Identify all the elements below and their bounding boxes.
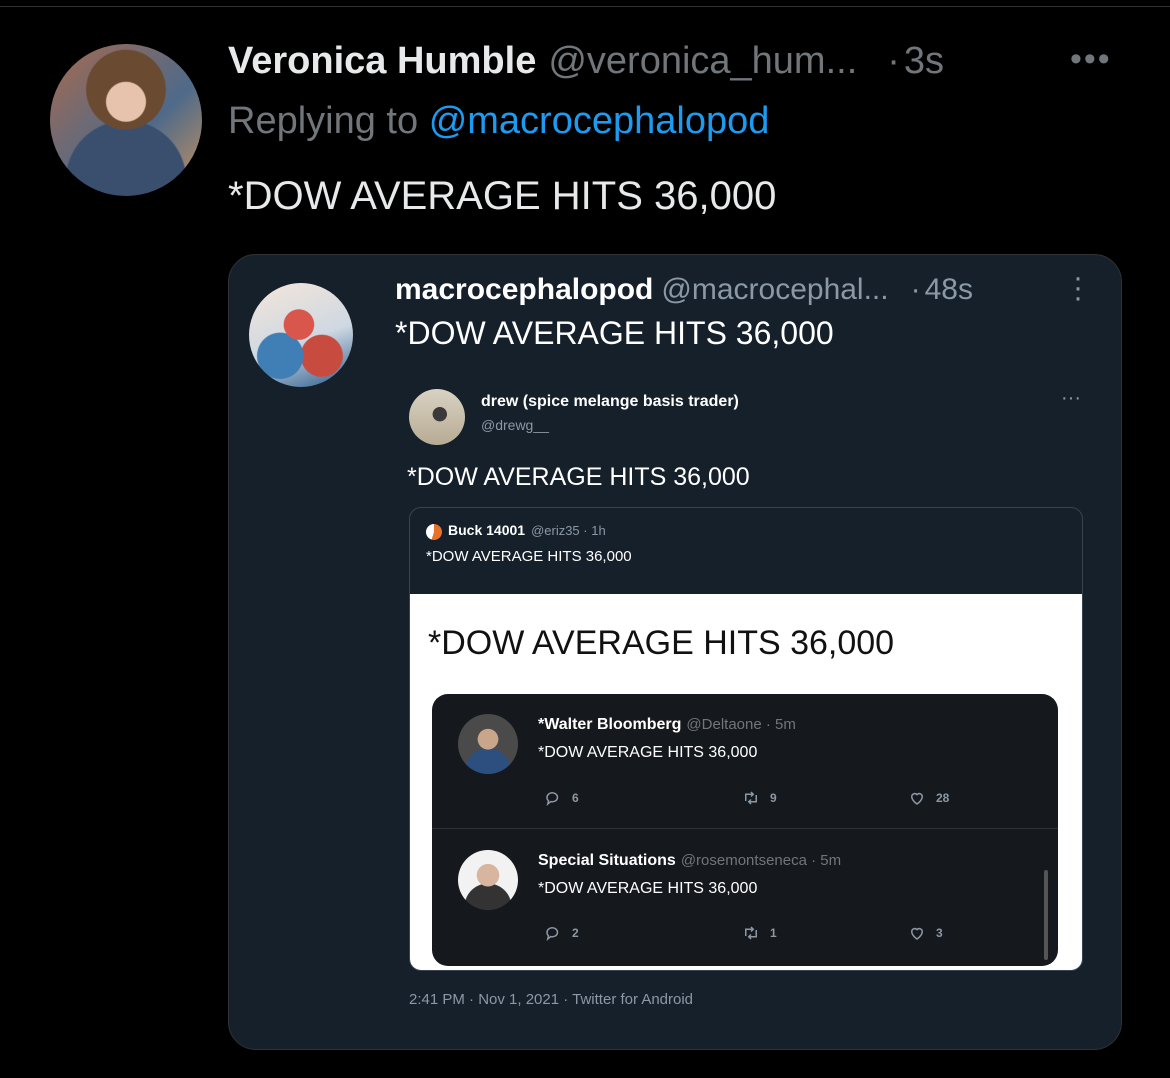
replying-mention-link[interactable]: @macrocephalopod — [429, 100, 770, 142]
tweet-meta: @Deltaone · 5m — [686, 716, 796, 733]
drew-display-name: drew (spice melange basis trader) — [481, 393, 739, 410]
nested-image: *DOW AVERAGE HITS 36,000 *Walter Bloombe… — [410, 594, 1082, 970]
quoted-timestamp: 48s — [924, 273, 973, 306]
more-icon[interactable]: ••• — [1070, 40, 1112, 79]
drew-handle: @drewg__ — [481, 417, 549, 433]
reply-count: 2 — [544, 924, 579, 942]
tweet-header: Veronica Humble @veronica_hum... · 3s — [228, 40, 944, 90]
scrollbar — [1044, 870, 1048, 960]
buck-meta: @eriz35 · 1h — [531, 523, 606, 538]
image-headline: *DOW AVERAGE HITS 36,000 — [428, 624, 895, 662]
like-icon — [910, 927, 924, 940]
separator-dot: · — [887, 40, 900, 82]
quoted-image-card[interactable]: macrocephalopod @macrocephal... · 48s · ·… — [228, 254, 1122, 1050]
tweet-list-screenshot: *Walter Bloomberg @Deltaone · 5m *DOW AV… — [432, 694, 1058, 966]
quoted-header: macrocephalopod @macrocephal... · 48s — [395, 273, 973, 307]
buck-avatar — [426, 524, 442, 540]
buck-tweet-text: *DOW AVERAGE HITS 36,000 — [426, 548, 632, 565]
reply-icon — [546, 792, 559, 806]
more-icon: ··· — [1061, 387, 1081, 409]
replying-to: Replying to @macrocephalopod — [228, 100, 769, 143]
drew-tweet-text: *DOW AVERAGE HITS 36,000 — [407, 463, 750, 491]
nested-quote-card: Buck 14001 @eriz35 · 1h *DOW AVERAGE HIT… — [409, 507, 1083, 971]
divider — [432, 828, 1058, 829]
like-count: 3 — [908, 924, 943, 942]
retweet-icon — [745, 791, 757, 805]
more-icon: ··· — [1073, 261, 1083, 314]
timestamp[interactable]: 3s — [904, 40, 944, 83]
quoted-text: *DOW AVERAGE HITS 36,000 — [395, 315, 834, 351]
retweet-count: 9 — [742, 789, 777, 807]
tweet-text: *DOW AVERAGE HITS 36,000 — [538, 880, 758, 897]
tweet-header: *Walter Bloomberg @Deltaone · 5m — [538, 716, 796, 734]
top-divider — [0, 6, 1170, 7]
display-name[interactable]: Veronica Humble — [228, 40, 536, 83]
handle[interactable]: @veronica_hum... — [548, 40, 857, 83]
avatar[interactable] — [50, 44, 202, 196]
like-count: 28 — [908, 789, 949, 807]
retweet-count: 1 — [742, 924, 777, 942]
quoted-display-name: macrocephalopod — [395, 273, 654, 306]
buck-display-name: Buck 14001 — [448, 522, 526, 538]
reply-count: 6 — [544, 789, 579, 807]
drew-avatar — [409, 389, 465, 445]
walter-avatar — [458, 714, 518, 774]
separator-dot: · — [910, 273, 921, 306]
quoted-avatar — [249, 283, 353, 387]
quoted-handle: @macrocephal... — [661, 273, 889, 306]
replying-label: Replying to — [228, 100, 419, 142]
tweet-author-name: *Walter Bloomberg — [538, 716, 682, 733]
retweet-icon — [745, 926, 757, 940]
reply-icon — [546, 927, 559, 941]
tweet-header: Special Situations @rosemontseneca · 5m — [538, 852, 841, 870]
buck-header: Buck 14001 @eriz35 · 1h — [448, 522, 606, 538]
tweet-author-name: Special Situations — [538, 852, 676, 869]
special-situations-avatar — [458, 850, 518, 910]
tweet-meta: @rosemontseneca · 5m — [680, 852, 842, 869]
tweet-text: *DOW AVERAGE HITS 36,000 — [228, 174, 777, 218]
tweet-text: *DOW AVERAGE HITS 36,000 — [538, 744, 758, 761]
screenshot-footer: 2:41 PM · Nov 1, 2021 · Twitter for Andr… — [409, 991, 694, 1008]
like-icon — [910, 792, 924, 805]
